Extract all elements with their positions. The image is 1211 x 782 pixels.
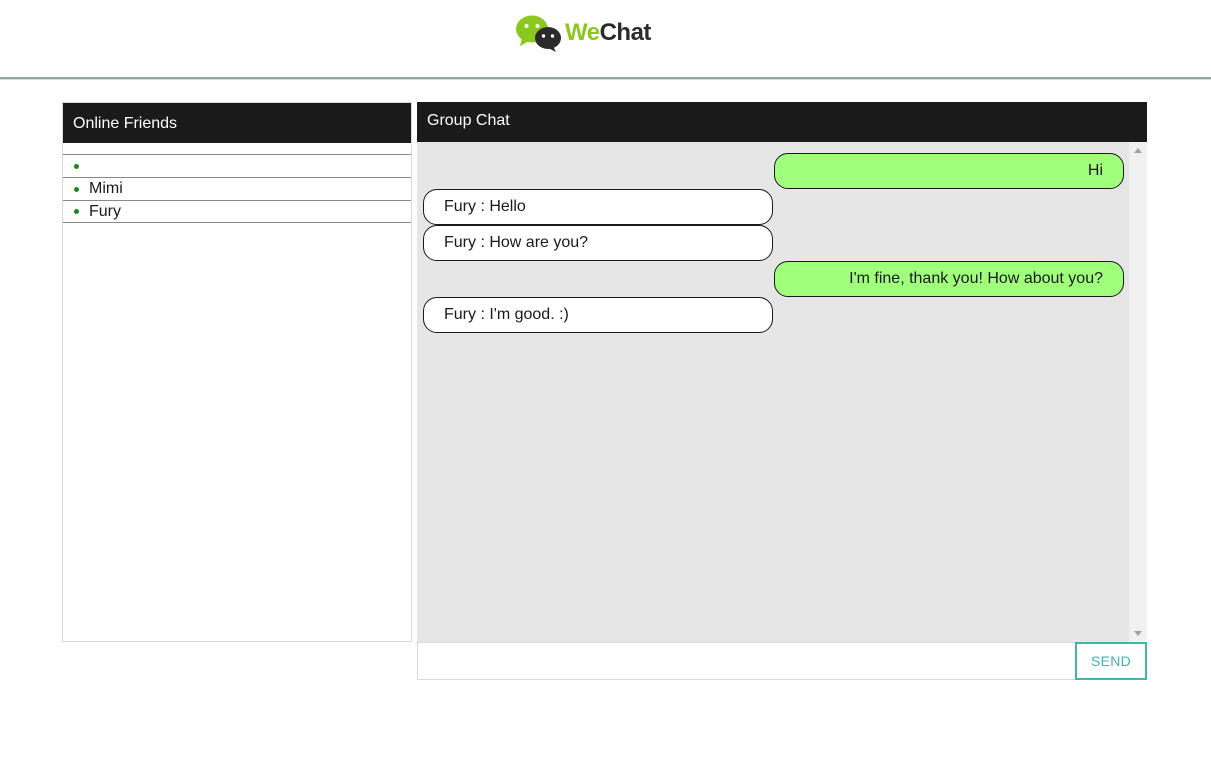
- scroll-up-arrow-icon[interactable]: [1134, 148, 1142, 153]
- online-status-dot-icon: [74, 209, 79, 214]
- online-friends-panel: Online Friends Mimi Fury: [62, 102, 412, 642]
- friend-name: Mimi: [89, 180, 123, 197]
- incoming-message: Fury : I'm good. :): [423, 297, 773, 333]
- incoming-message: Fury : How are you?: [423, 225, 773, 261]
- outgoing-message: Hi: [774, 153, 1124, 189]
- incoming-message: Fury : Hello: [423, 189, 773, 225]
- wechat-bubbles-icon: [515, 13, 563, 53]
- message-area[interactable]: Hi Fury : Hello Fury : How are you? I'm …: [417, 142, 1147, 642]
- send-button[interactable]: SEND: [1075, 642, 1147, 680]
- online-status-dot-icon: [74, 186, 79, 192]
- online-status-dot-icon: [74, 163, 79, 169]
- group-chat-title: Group Chat: [417, 102, 1147, 142]
- friend-item[interactable]: Fury: [63, 200, 411, 223]
- message-scrollbar[interactable]: [1129, 142, 1147, 642]
- friend-item[interactable]: [63, 154, 411, 177]
- app-header: WeChat: [0, 0, 1211, 79]
- friend-item[interactable]: Mimi: [63, 177, 411, 200]
- message-input[interactable]: [417, 642, 1075, 680]
- logo-chat-text: Chat: [599, 19, 652, 46]
- logo-we-text: We: [565, 19, 600, 46]
- logo-wordmark: WeChat: [565, 21, 651, 45]
- outgoing-message: I'm fine, thank you! How about you?: [774, 261, 1124, 297]
- wechat-logo[interactable]: WeChat: [515, 12, 651, 54]
- friend-list: Mimi Fury: [63, 154, 411, 223]
- online-friends-title: Online Friends: [63, 103, 411, 143]
- scroll-down-arrow-icon[interactable]: [1134, 631, 1142, 636]
- friend-name: Fury: [89, 202, 121, 220]
- group-chat-panel: Group Chat Hi Fury : Hello Fury : How ar…: [417, 102, 1147, 680]
